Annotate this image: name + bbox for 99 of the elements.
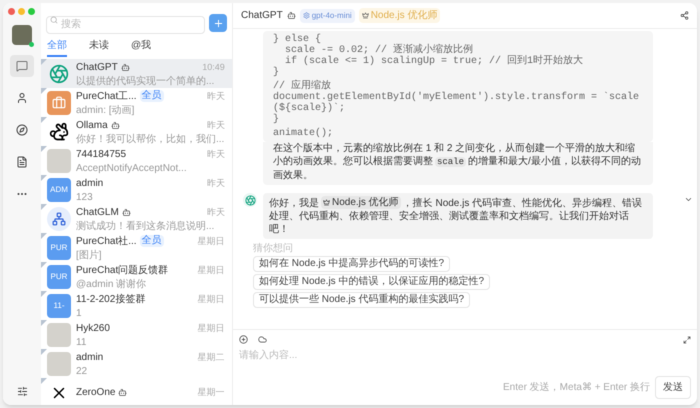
filter-tab[interactable]: 未读 (89, 38, 109, 57)
code-line: if (scale <= 1) scalingUp = true; // 回到1时开始放大 (284, 56, 584, 67)
text-avatar: PUR (47, 264, 71, 288)
cloud-icon[interactable] (258, 335, 267, 344)
conversation-item[interactable]: PUR PureChat社... 全员 星期日 [图片] (41, 233, 232, 262)
add-attachment-icon[interactable] (239, 335, 248, 344)
conversation-item[interactable]: 11- 11-2-202接签群 星期日 1 (41, 291, 232, 320)
conversation-time: 星期日 (198, 322, 224, 335)
photo-placeholder (47, 148, 71, 172)
expand-icon[interactable] (683, 336, 691, 344)
conversation-name: PureChat社... (76, 234, 137, 248)
scroll-down-icon[interactable] (684, 195, 693, 204)
model-tag: gpt-4o-mini (300, 8, 355, 22)
photo-placeholder (47, 352, 71, 376)
inline-code: scale (435, 157, 466, 167)
conversation-preview: 123 (76, 190, 94, 204)
conversation-name: Ollama (76, 118, 108, 132)
code-line: scale -= 0.02; // 逐渐减小缩放比例 (284, 45, 474, 56)
group-badge: 全员 (140, 235, 164, 247)
conversation-preview: 以提供的代码实现一个简单的... (76, 74, 216, 88)
conversation-item[interactable]: Ollama 昨天 你好！我可以帮你，比如，我们... (41, 117, 232, 146)
conversation-name: ChatGLM (76, 206, 119, 218)
conversation-time: 昨天 (207, 90, 225, 103)
conversation-preview: admin: [动画] (76, 104, 136, 116)
network-avatar-icon (47, 206, 71, 230)
add-button[interactable] (209, 14, 227, 32)
text-avatar: ADM (47, 178, 71, 202)
conversation-name: Hyk260 (76, 322, 110, 334)
conversation-preview: 22 (76, 364, 88, 378)
send-hint: Enter 发送，Meta⌘ + Enter 换行 (503, 381, 650, 395)
gear-icon (302, 12, 310, 19)
conversation-item[interactable]: ChatGLM 昨天 测试成功！看到这条消息说明... (41, 204, 232, 233)
photo-placeholder (47, 322, 71, 346)
text-avatar: PUR (47, 236, 71, 260)
code-line: } (273, 114, 280, 125)
plus-icon (212, 18, 224, 28)
text-avatar: 11- (47, 294, 71, 318)
conversation-time: 星期二 (198, 351, 224, 364)
conversation-name: PureChat问题反馈群 (76, 264, 168, 276)
role-tag: Node.js 优化师 (321, 196, 401, 209)
conversation-preview: 测试成功！看到这条消息说明... (76, 220, 216, 232)
conversation-time: 星期一 (198, 386, 224, 400)
conversation-preview: 1 (76, 306, 83, 320)
chat-icon[interactable] (10, 55, 34, 77)
conversation-preview: @admin 谢谢你 (76, 278, 148, 290)
search-icon (50, 16, 58, 24)
conversation-name: admin (76, 176, 104, 190)
message-text: 在这个版本中，元素的缩放比例在 1 和 2 之间变化，从而创建一个平滑的放大和缩小的动画效果。您可以根据需要调整 scale 的增量和最大/最小值，以获得不同的动画效果。 (263, 142, 653, 185)
crown-icon (362, 12, 369, 19)
code-line: } (273, 67, 280, 78)
code-line: // 应用缩放 (273, 81, 332, 92)
conversation-time: 星期日 (198, 293, 224, 306)
conversation-item[interactable]: PureChat工... 全员 昨天 admin: [动画] (41, 88, 232, 117)
conversation-item[interactable]: admin 星期二 22 (41, 349, 232, 378)
suggestion-chip[interactable]: 可以提供一些 Node.js 代码重构的最佳实践吗? (253, 292, 470, 308)
conversation-time: 昨天 (207, 177, 225, 190)
conversation-preview: 你好！我可以帮你，比如，我们... (76, 132, 226, 146)
conversation-time: 昨天 (207, 148, 225, 161)
conversation-name: PureChat工... (76, 90, 137, 102)
conversation-name: ZeroOne (76, 386, 116, 399)
role-tag: Node.js 优化师 (358, 8, 440, 23)
filter-tab[interactable]: 全部 (47, 38, 67, 57)
conversation-time: 星期日 (198, 235, 224, 248)
crown-icon (323, 199, 330, 206)
conversation-time: 昨天 (207, 206, 225, 219)
briefcase-avatar (47, 90, 71, 114)
conversation-item[interactable]: ZeroOne 星期一 (41, 378, 232, 405)
conversation-time: 10:49 (202, 61, 225, 74)
code-line: animate(); (273, 128, 334, 139)
conversation-item[interactable]: ADM admin 昨天 123 (41, 175, 232, 204)
user-avatar[interactable] (12, 25, 32, 45)
share-icon[interactable] (680, 11, 689, 20)
conversation-item[interactable]: ChatGPT 10:49 以提供的代码实现一个简单的... (41, 59, 232, 88)
send-button[interactable]: 发送 (655, 376, 691, 399)
conversation-preview: 11 (76, 336, 88, 348)
conversation-time: 昨天 (207, 119, 225, 132)
message-input[interactable]: 请输入内容... (239, 348, 691, 376)
group-badge: 全员 (140, 90, 164, 102)
conversation-item[interactable]: Hyk260 星期日 11 (41, 320, 232, 349)
suggestion-chip[interactable]: 如何处理 Node.js 中的错误，以保证应用的稳定性? (253, 274, 490, 290)
chat-title: ChatGPT (241, 9, 283, 23)
conversation-item[interactable]: 744184755 昨天 AcceptNotifyAcceptNot... (41, 146, 232, 175)
conversation-name: ChatGPT (76, 60, 118, 74)
suggestions-label: 猜你想问 (253, 243, 293, 254)
filter-tab[interactable]: @我 (131, 38, 152, 57)
conversation-name: 744184755 (76, 148, 126, 160)
code-line: document.getElementById('myElement').style.transform = `scale(${scale})`; (273, 92, 640, 114)
conversation-item[interactable]: PUR PureChat问题反馈群 星期日 @admin 谢谢你 (41, 262, 232, 291)
conversation-preview: AcceptNotifyAcceptNot... (76, 162, 188, 174)
conversation-preview: [图片] (76, 248, 103, 262)
assistant-avatar-icon (243, 193, 257, 207)
conversation-name: 11-2-202接签群 (76, 292, 146, 306)
message-text: 你好，我是 Node.js 优化师 ，擅长 Node.js 代码审查、性能优化、异步编程、错误处理、代码重构、依赖管理、安全增强、测试覆盖率和文档编写。让我们开始对话吧！ (263, 193, 653, 239)
conversation-name: admin (76, 350, 104, 364)
search-field[interactable]: 搜索 (46, 16, 205, 34)
suggestion-chip[interactable]: 如何在 Node.js 中提高异步代码的可读性? (253, 256, 450, 272)
conversation-time: 星期日 (198, 264, 224, 277)
code-line: } else { (273, 34, 322, 45)
settings-icon[interactable] (16, 386, 28, 397)
